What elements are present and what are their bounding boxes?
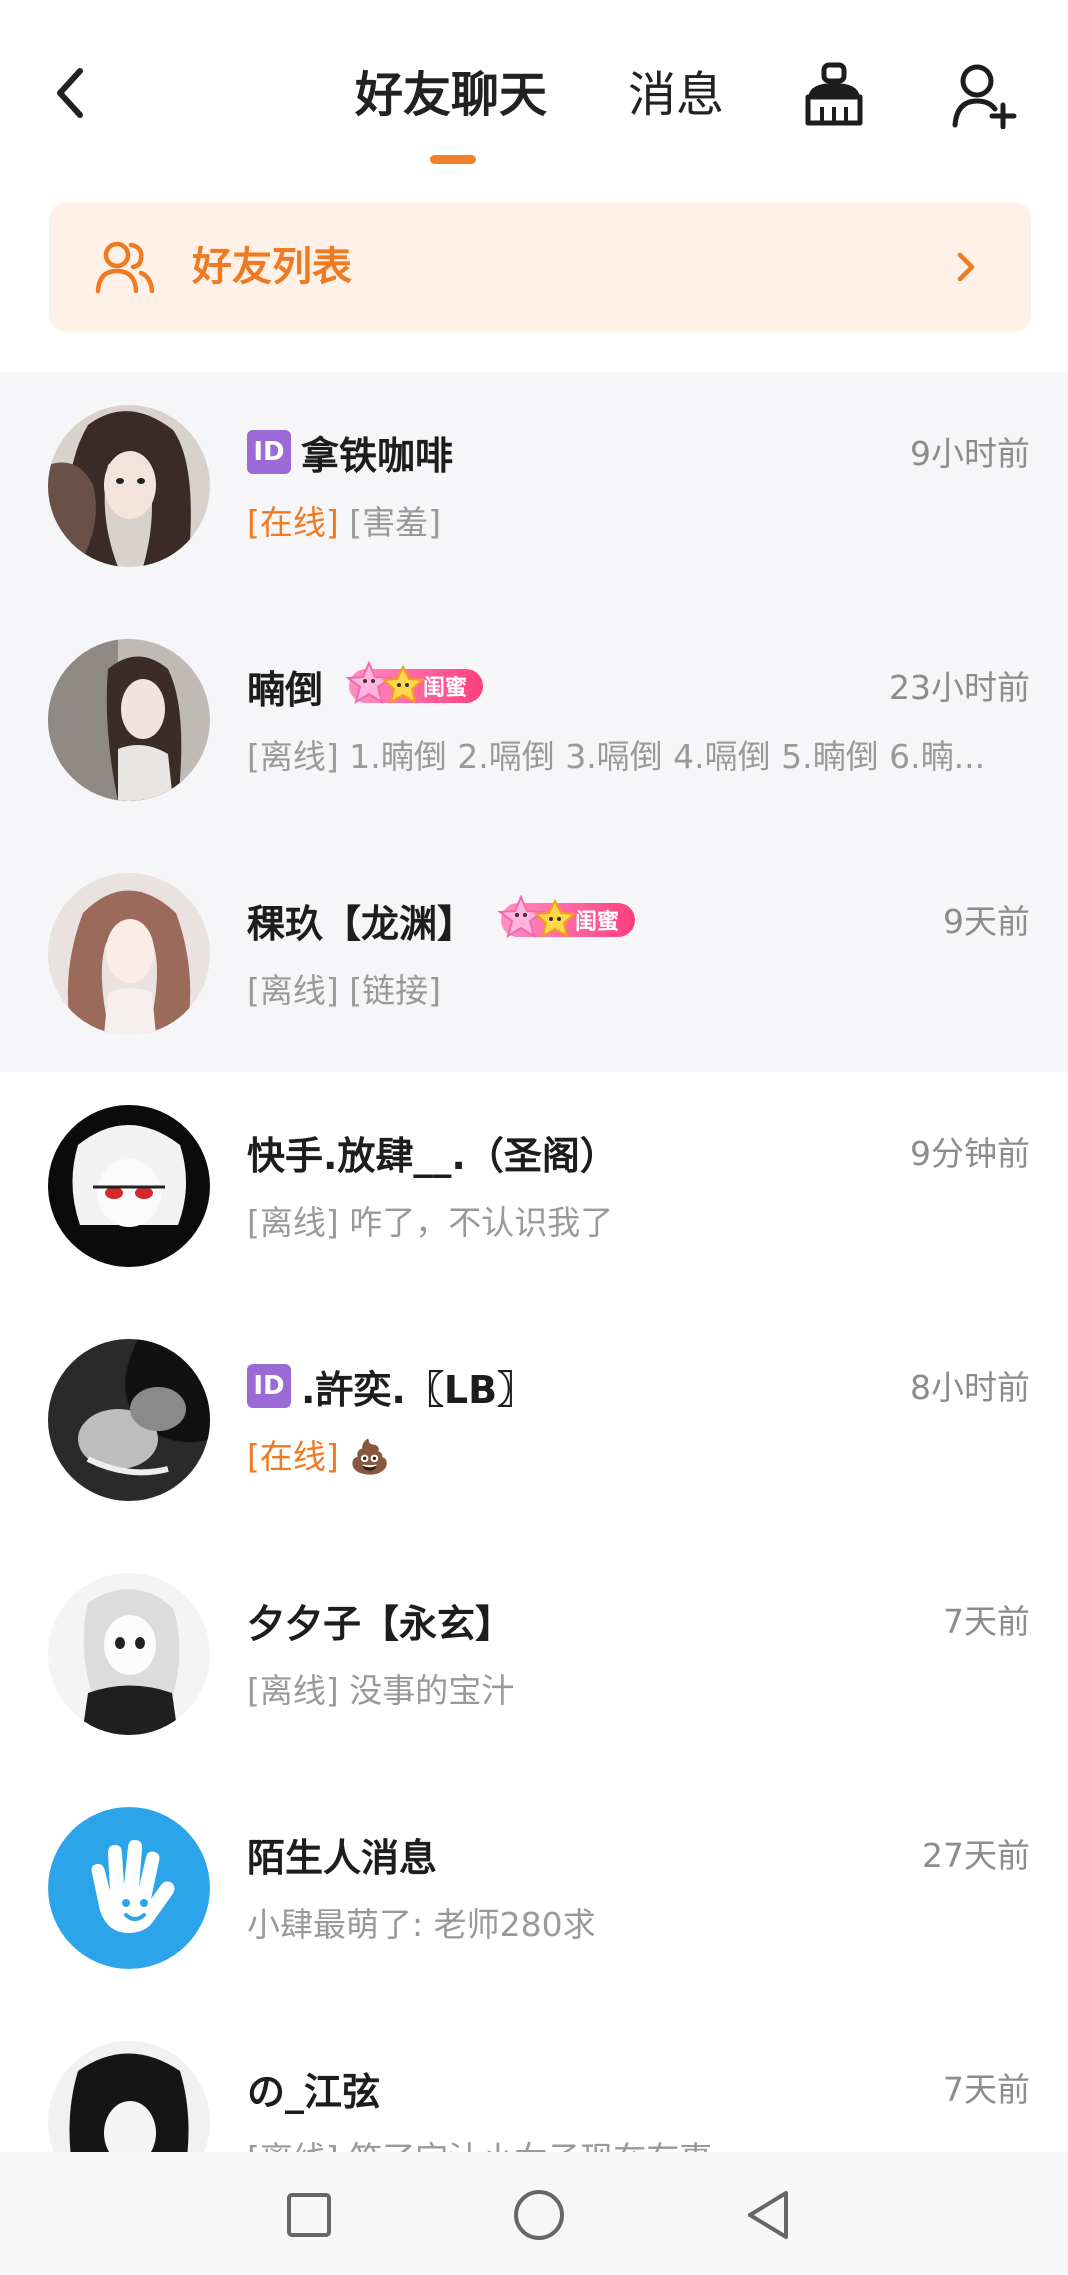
status-label: [离线] — [247, 2139, 339, 2152]
friend-list-label: 好友列表 — [192, 244, 352, 290]
message-preview: [离线] [链接] — [247, 964, 1037, 1012]
avatar[interactable] — [48, 1573, 210, 1735]
message-text: 咋了，不认识我了 — [349, 1203, 614, 1242]
id-badge: ID — [247, 430, 291, 474]
add-user-icon — [952, 64, 1017, 129]
message-text: 💩 — [349, 1437, 391, 1476]
contact-name: 拿铁咖啡 — [301, 433, 454, 478]
stars-icon — [345, 660, 425, 705]
pinned-conversations: ID 拿铁咖啡 9小时前 [在线] [害羞] 暔倒 闺蜜 23小时前 [离线] … — [0, 372, 1068, 1072]
status-label: [离线] — [247, 971, 339, 1010]
message-text: [链接] — [349, 971, 441, 1010]
message-text: [害羞] — [349, 503, 441, 542]
message-time: 7天前 — [943, 2070, 1030, 2109]
add-friend-button[interactable] — [944, 55, 1024, 135]
conversation-row[interactable]: ID .許奕.〖LB〗 8小时前 [在线] 💩 — [0, 1306, 1068, 1540]
status-label: [在线] — [247, 1437, 339, 1476]
conversation-row[interactable]: ID 拿铁咖啡 9小时前 [在线] [害羞] — [0, 372, 1068, 606]
broom-clean-icon — [805, 62, 863, 126]
contact-name: 快手.放肆__.（圣阁） — [247, 1133, 618, 1178]
active-tab-indicator — [430, 155, 476, 164]
conversation-row[interactable]: 暔倒 闺蜜 23小时前 [离线] 1.暔倒 2.嗝倒 3.嗝倒 4.嗝倒 5.暔… — [0, 606, 1068, 840]
top-header: 好友聊天 消息 — [0, 0, 1068, 190]
message-text: 笑了宝汁小女子现在有事 — [349, 2139, 712, 2152]
avatar[interactable] — [48, 1807, 210, 1969]
back-nav-button[interactable] — [734, 2180, 804, 2250]
message-text: 1.暔倒 2.嗝倒 3.嗝倒 4.嗝倒 5.暔倒 6.暔... — [349, 737, 986, 776]
message-time: 23小时前 — [889, 668, 1030, 707]
message-time: 8小时前 — [910, 1368, 1030, 1407]
clean-button[interactable] — [794, 55, 874, 135]
home-button[interactable] — [504, 2180, 574, 2250]
message-text: 没事的宝汁 — [349, 1671, 515, 1710]
message-preview: [离线] 没事的宝汁 — [247, 1664, 1037, 1712]
back-triangle-icon — [748, 2191, 788, 2239]
contact-name: .許奕.〖LB〗 — [301, 1367, 536, 1412]
contact-name: 暔倒 — [247, 667, 324, 712]
back-icon — [57, 67, 83, 118]
avatar[interactable] — [48, 873, 210, 1035]
status-label: [离线] — [247, 1671, 339, 1710]
avatar[interactable] — [48, 639, 210, 801]
message-time: 9小时前 — [910, 434, 1030, 473]
users-icon — [95, 241, 155, 294]
message-preview: [离线] 笑了宝汁小女子现在有事 — [247, 2132, 1037, 2152]
contact-name: の_江弦 — [247, 2069, 381, 2114]
tab-friend-chat[interactable]: 好友聊天 — [355, 60, 547, 130]
message-preview: [在线] 💩 — [247, 1430, 1037, 1478]
bestie-badge: 闺蜜 — [497, 894, 636, 939]
conversation-row[interactable]: 快手.放肆__.（圣阁） 9分钟前 [离线] 咋了，不认识我了 — [0, 1072, 1068, 1306]
conversation-row[interactable]: 夕夕子【永玄】 7天前 [离线] 没事的宝汁 — [0, 1540, 1068, 1774]
message-preview: [在线] [害羞] — [247, 496, 1037, 544]
avatar[interactable] — [48, 2041, 210, 2152]
home-icon — [514, 2190, 564, 2240]
message-time: 9分钟前 — [910, 1134, 1030, 1173]
avatar[interactable] — [48, 1105, 210, 1267]
recent-apps-icon — [287, 2193, 331, 2237]
friend-list-entry[interactable]: 好友列表 — [49, 202, 1031, 332]
bestie-badge: 闺蜜 — [345, 660, 484, 705]
message-time: 27天前 — [922, 1836, 1030, 1875]
conversation-row[interactable]: 稞玖【龙渊】 闺蜜 9天前 [离线] [链接] — [0, 840, 1068, 1074]
message-text: 小肆最萌了: 老师280求 — [247, 1905, 596, 1944]
chevron-right-icon — [957, 252, 975, 282]
status-label: [离线] — [247, 1203, 339, 1242]
system-navigation-bar — [0, 2152, 1068, 2275]
id-badge: ID — [247, 1364, 291, 1408]
back-button[interactable] — [40, 55, 100, 130]
contact-name: 稞玖【龙渊】 — [247, 901, 476, 946]
status-label: [离线] — [247, 737, 339, 776]
contact-name: 夕夕子【永玄】 — [247, 1601, 514, 1646]
stars-icon — [497, 894, 577, 939]
contact-name: 陌生人消息 — [247, 1835, 438, 1880]
message-time: 9天前 — [943, 902, 1030, 941]
tab-messages[interactable]: 消息 — [628, 60, 724, 130]
conversation-row[interactable]: 陌生人消息 27天前 小肆最萌了: 老师280求 — [0, 1774, 1068, 2008]
message-preview: [离线] 1.暔倒 2.嗝倒 3.嗝倒 4.嗝倒 5.暔倒 6.暔... — [247, 730, 1037, 778]
message-preview: 小肆最萌了: 老师280求 — [247, 1898, 1037, 1946]
avatar[interactable] — [48, 405, 210, 567]
conversation-list: 快手.放肆__.（圣阁） 9分钟前 [离线] 咋了，不认识我了 ID .許奕.〖… — [0, 1072, 1068, 2152]
message-time: 7天前 — [943, 1602, 1030, 1641]
avatar[interactable] — [48, 1339, 210, 1501]
status-label: [在线] — [247, 503, 339, 542]
conversation-row[interactable]: の_江弦 7天前 [离线] 笑了宝汁小女子现在有事 — [0, 2008, 1068, 2152]
message-preview: [离线] 咋了，不认识我了 — [247, 1196, 1037, 1244]
recent-apps-button[interactable] — [274, 2180, 344, 2250]
